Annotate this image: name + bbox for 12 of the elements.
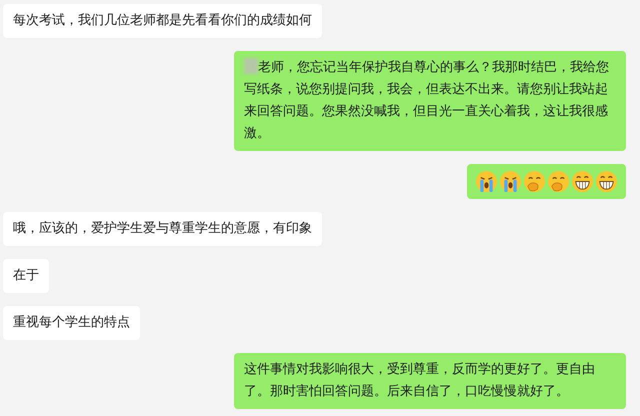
message-bubble: 重视每个学生的特点 <box>3 306 140 340</box>
message-bubble: 这件事情对我影响很大，受到尊重，反而学的更好了。更自由了。那时害怕回答问题。后来自信了，口吃慢慢就好了。 <box>234 353 626 409</box>
message-bubble: 哦，应该的，爱护学生爱与尊重学生的意愿，有印象 <box>3 212 322 246</box>
grinning-face-icon <box>595 170 618 193</box>
message-bubble: 老师，您忘记当年保护我自尊心的事么？我那时结巴，我给您写纸条，说您别提问我，我会，但表达不出来。请您别让我站起来回答问题。您果然没喊我，但目光一直关心着我，这让我很感激。 <box>234 51 626 151</box>
crying-face-icon <box>499 170 522 193</box>
grinning-face-icon <box>571 170 594 193</box>
message-bubble: 在于 <box>3 259 49 293</box>
crying-face-icon <box>475 170 498 193</box>
hand-over-mouth-face-icon <box>523 170 546 193</box>
message-bubble: 每次考试，我们几位老师都是先看看你们的成绩如何 <box>3 4 322 38</box>
hand-over-mouth-face-icon <box>547 170 570 193</box>
